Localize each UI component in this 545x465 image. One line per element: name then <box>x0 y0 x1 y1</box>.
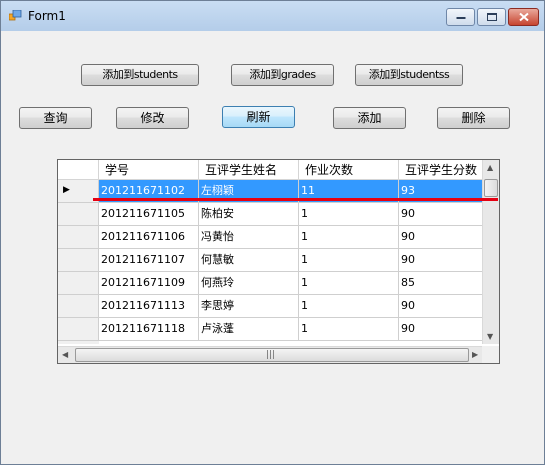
column-header-name[interactable]: 互评学生姓名 <box>199 160 299 180</box>
red-annotation-underline <box>93 198 498 201</box>
app-icon <box>9 10 22 21</box>
maximize-icon <box>486 13 497 21</box>
cell-id[interactable]: 201211671105 <box>99 203 199 226</box>
add-to-students-button[interactable]: 添加到students <box>81 64 199 86</box>
cell-score[interactable]: 85 <box>399 272 484 295</box>
delete-button[interactable]: 删除 <box>437 107 510 129</box>
cell-id[interactable]: 201211671107 <box>99 249 199 272</box>
edit-button[interactable]: 修改 <box>116 107 189 129</box>
scroll-up-icon[interactable]: ▲ <box>487 163 493 172</box>
grip-icon: ||| <box>266 350 276 360</box>
top-left-header-cell[interactable] <box>58 160 99 180</box>
cell-name[interactable]: 冯黄怡 <box>199 226 299 249</box>
maximize-button[interactable] <box>477 8 506 26</box>
minimize-button[interactable] <box>446 8 475 26</box>
refresh-button[interactable]: 刷新 <box>222 106 295 128</box>
row-header[interactable] <box>58 203 99 226</box>
cell-count[interactable]: 1 <box>299 272 399 295</box>
cell-count[interactable]: 1 <box>299 203 399 226</box>
current-row-icon: ▶ <box>63 185 70 195</box>
close-button[interactable] <box>508 8 539 26</box>
cell-id[interactable]: 201211671118 <box>99 318 199 341</box>
form-window: Form1 添加到students 添加到grades 添加到studentss… <box>0 0 545 465</box>
cell-score[interactable]: 90 <box>399 318 484 341</box>
scroll-right-icon[interactable]: ▶ <box>472 350 478 359</box>
cell-id[interactable]: 201211671109 <box>99 272 199 295</box>
vertical-scroll-thumb[interactable] <box>484 179 498 197</box>
window-title: Form1 <box>28 9 66 23</box>
cell-score[interactable]: 90 <box>399 203 484 226</box>
horizontal-scroll-thumb[interactable]: ||| <box>75 348 469 362</box>
cell-count[interactable]: 1 <box>299 295 399 318</box>
cell-score[interactable]: 90 <box>399 249 484 272</box>
vertical-scrollbar[interactable]: ▲ ▼ <box>482 160 499 344</box>
horizontal-scrollbar[interactable]: ◀ ||| ▶ <box>58 346 484 363</box>
close-icon <box>518 12 529 22</box>
query-button[interactable]: 查询 <box>19 107 92 129</box>
row-header[interactable] <box>58 318 99 341</box>
add-to-grades-button[interactable]: 添加到grades <box>231 64 334 86</box>
cell-count[interactable]: 1 <box>299 249 399 272</box>
minimize-icon <box>456 17 465 19</box>
cell-score[interactable]: 90 <box>399 295 484 318</box>
column-header-id[interactable]: 学号 <box>99 160 199 180</box>
cell-count[interactable]: 1 <box>299 318 399 341</box>
cell-id[interactable]: 201211671113 <box>99 295 199 318</box>
add-to-studentss-button[interactable]: 添加到studentss <box>355 64 463 86</box>
add-button[interactable]: 添加 <box>333 107 406 129</box>
column-header-count[interactable]: 作业次数 <box>299 160 399 180</box>
cell-count[interactable]: 1 <box>299 226 399 249</box>
cell-name[interactable]: 陈柏安 <box>199 203 299 226</box>
cell-name[interactable]: 何慧敏 <box>199 249 299 272</box>
scroll-down-icon[interactable]: ▼ <box>487 332 493 341</box>
column-header-score[interactable]: 互评学生分数 <box>399 160 484 180</box>
title-bar[interactable]: Form1 <box>1 1 544 31</box>
cell-name[interactable]: 卢泳蓬 <box>199 318 299 341</box>
row-header[interactable] <box>58 249 99 272</box>
row-header[interactable] <box>58 226 99 249</box>
scrollbar-corner <box>482 346 499 363</box>
cell-name[interactable]: 李思婷 <box>199 295 299 318</box>
row-header[interactable] <box>58 272 99 295</box>
row-header[interactable] <box>58 295 99 318</box>
data-grid[interactable]: 学号 互评学生姓名 作业次数 互评学生分数 ▶ 201211671102 左栩颖 11… <box>57 159 500 364</box>
cell-id[interactable]: 201211671106 <box>99 226 199 249</box>
scroll-left-icon[interactable]: ◀ <box>62 350 68 359</box>
cell-score[interactable]: 90 <box>399 226 484 249</box>
cell-name[interactable]: 何燕玲 <box>199 272 299 295</box>
